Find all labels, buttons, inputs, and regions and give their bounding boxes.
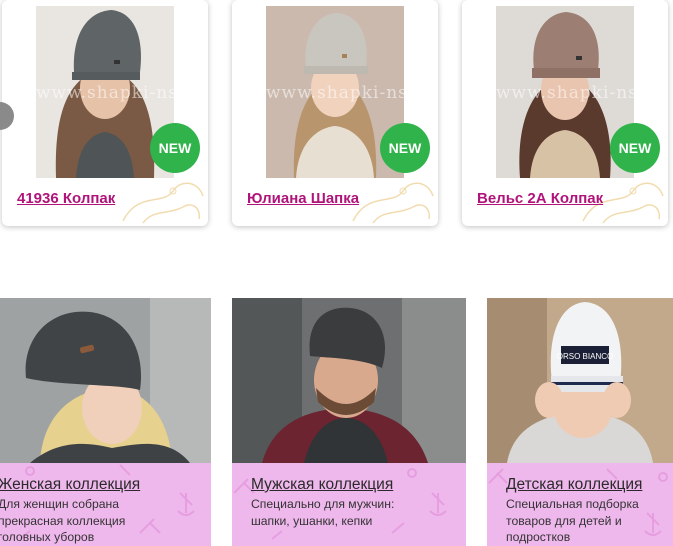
collection-photo[interactable]	[232, 298, 466, 463]
collection-description: Для женщин собрана прекрасная коллекция …	[0, 496, 125, 546]
collection-photo[interactable]: ORSO BIANCO	[487, 298, 673, 463]
collection-description: Специально для мужчин: шапки, ушанки, ке…	[251, 496, 394, 529]
collection-info-box: Детская коллекция Специальная подборка т…	[487, 463, 673, 546]
product-card[interactable]: www.shapki-nsk.ru NEW 41936 Колпак	[2, 0, 208, 226]
product-title-link[interactable]: 41936 Колпак	[17, 190, 115, 207]
product-card[interactable]: www.shapki-nsk.ru NEW Вельс 2А Колпак	[462, 0, 668, 226]
new-badge: NEW	[610, 123, 660, 173]
womens-collection-card[interactable]: Женская коллекция Для женщин собрана пре…	[0, 298, 211, 546]
collection-photo[interactable]	[0, 298, 211, 463]
mens-collection-card[interactable]: Мужская коллекция Специально для мужчин:…	[232, 298, 466, 546]
description-line: Специально для мужчин:	[251, 497, 395, 511]
swirl-decoration	[122, 182, 204, 224]
watermark: www.shapki-nsk.ru	[266, 83, 404, 103]
kids-collection-card[interactable]: ORSO BIANCO Детская коллекция Специальна…	[487, 298, 673, 546]
product-title-link[interactable]: Юлиана Шапка	[247, 190, 359, 207]
description-line: товаров для детей и	[506, 513, 622, 528]
description-line: подростков	[506, 530, 571, 544]
collection-title-link[interactable]: Женская коллекция	[0, 476, 140, 494]
description-line: Специальная подборка	[506, 497, 639, 511]
watermark: www.shapki-nsk.ru	[36, 83, 174, 103]
collection-info-box: Женская коллекция Для женщин собрана пре…	[0, 463, 211, 546]
collection-title-link[interactable]: Мужская коллекция	[251, 476, 393, 494]
description-line: головных уборов	[0, 530, 95, 544]
description-line: шапки, ушанки, кепки	[251, 513, 373, 528]
hat-label: ORSO BIANCO	[557, 352, 613, 361]
collection-title-link[interactable]: Детская коллекция	[506, 476, 642, 494]
new-badge: NEW	[150, 123, 200, 173]
product-card[interactable]: www.shapki-nsk.ru NEW Юлиана Шапка	[232, 0, 438, 226]
new-badge: NEW	[380, 123, 430, 173]
collection-description: Специальная подборка товаров для детей и…	[506, 496, 639, 546]
collection-info-box: Мужская коллекция Специально для мужчин:…	[232, 463, 466, 546]
description-line: прекрасная коллекция	[0, 513, 126, 528]
description-line: Для женщин собрана	[0, 497, 120, 511]
watermark: www.shapki-nsk.ru	[496, 83, 634, 103]
product-title-link[interactable]: Вельс 2А Колпак	[477, 190, 603, 207]
